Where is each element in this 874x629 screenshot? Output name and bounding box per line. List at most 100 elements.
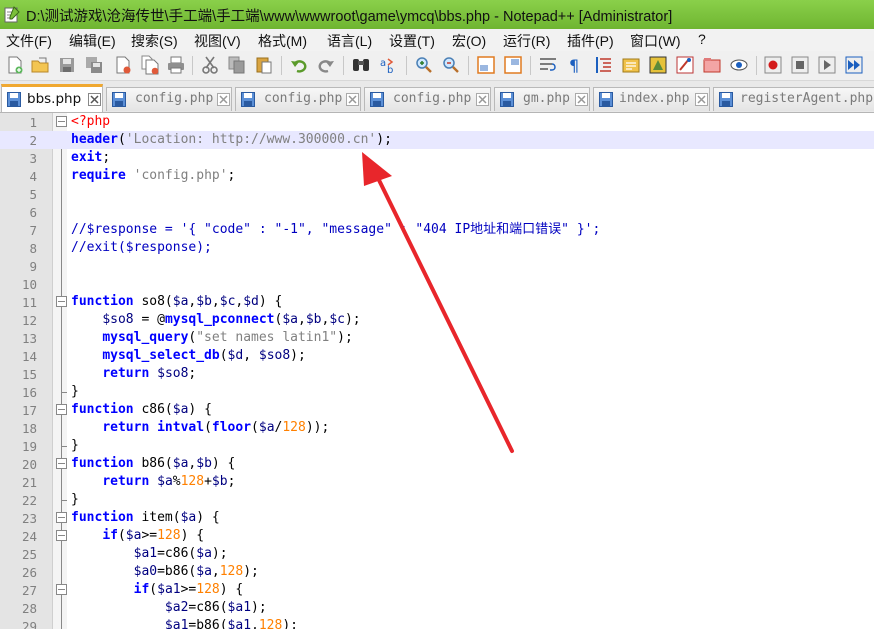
code-text: require 'config.php'; xyxy=(71,168,236,183)
code-line[interactable]: 2 header('Location: http://www.300000.cn'… xyxy=(0,131,874,149)
tab-config-php[interactable]: config.php xyxy=(364,87,491,111)
close-tab-icon[interactable] xyxy=(695,93,708,106)
sync-vertical-icon[interactable] xyxy=(476,55,496,75)
code-line[interactable]: 16} xyxy=(0,383,874,401)
code-line[interactable]: 22} xyxy=(0,491,874,509)
close-tab-icon[interactable] xyxy=(476,93,489,106)
code-line[interactable]: 21 return $a%128+$b; xyxy=(0,473,874,491)
code-line[interactable]: 18 return intval(floor($a/128)); xyxy=(0,419,874,437)
menu-window[interactable]: 窗口(W) xyxy=(630,31,681,51)
toolbar-separator xyxy=(281,56,282,75)
record-macro-icon[interactable] xyxy=(763,55,783,75)
tab-label: bbs.php xyxy=(27,91,82,107)
fold-toggle-icon[interactable] xyxy=(56,116,67,127)
code-line[interactable]: 14 mysql_select_db($d, $so8); xyxy=(0,347,874,365)
copy-icon[interactable] xyxy=(227,55,247,75)
code-line[interactable]: 13 mysql_query("set names latin1"); xyxy=(0,329,874,347)
code-text: $a1=b86($a1,128); xyxy=(164,618,298,629)
open-file-icon[interactable] xyxy=(30,55,50,75)
close-tab-icon[interactable] xyxy=(346,93,359,106)
close-tab-icon[interactable] xyxy=(88,93,101,106)
menu-settings[interactable]: 设置(T) xyxy=(389,31,435,51)
zoom-in-icon[interactable] xyxy=(414,55,434,75)
code-line[interactable]: 9 xyxy=(0,257,874,275)
tab-index-php[interactable]: index.php xyxy=(593,87,710,111)
code-line[interactable]: 10 xyxy=(0,275,874,293)
save-all-icon[interactable] xyxy=(84,55,104,75)
zoom-out-icon[interactable] xyxy=(441,55,461,75)
line-number: 13 xyxy=(21,331,37,346)
code-line[interactable]: 6 xyxy=(0,203,874,221)
tab-bbs-php[interactable]: bbs.php xyxy=(1,84,103,112)
code-line[interactable]: 24 if($a>=128) { xyxy=(0,527,874,545)
tab-gm-php[interactable]: gm.php xyxy=(494,87,590,111)
fold-toggle-icon[interactable] xyxy=(56,296,67,307)
sync-horizontal-icon[interactable] xyxy=(503,55,523,75)
document-map-icon[interactable] xyxy=(621,55,641,75)
code-line[interactable]: 11 function so8($a,$b,$c,$d) { xyxy=(0,293,874,311)
find-icon[interactable] xyxy=(351,55,371,75)
function-list-icon[interactable] xyxy=(648,55,668,75)
tab-registeragent-php[interactable]: registerAgent.php xyxy=(713,87,874,111)
play-macro-icon[interactable] xyxy=(817,55,837,75)
menu-view[interactable]: 视图(V) xyxy=(194,31,241,51)
notepad-plus-plus-icon xyxy=(4,6,20,23)
replace-icon[interactable]: ab xyxy=(378,55,398,75)
new-file-icon[interactable] xyxy=(5,55,25,75)
print-icon[interactable] xyxy=(166,55,186,75)
redo-icon[interactable] xyxy=(316,55,336,75)
menu-language[interactable]: 语言(L) xyxy=(327,31,372,51)
code-line[interactable]: 27 if($a1>=128) { xyxy=(0,581,874,599)
word-wrap-icon[interactable] xyxy=(538,55,558,75)
close-icon[interactable] xyxy=(113,55,133,75)
code-line[interactable]: 25 $a1=c86($a); xyxy=(0,545,874,563)
toolbar: ab ¶ xyxy=(0,51,874,81)
menu-search[interactable]: 搜索(S) xyxy=(131,31,178,51)
tab-config-php[interactable]: config.php xyxy=(106,87,232,111)
code-line[interactable]: 19} xyxy=(0,437,874,455)
fold-toggle-icon[interactable] xyxy=(56,404,67,415)
menu-edit[interactable]: 编辑(E) xyxy=(69,31,116,51)
code-line[interactable]: 8 //exit($response); xyxy=(0,239,874,257)
fold-toggle-icon[interactable] xyxy=(56,584,67,595)
menu-help[interactable]: ? xyxy=(698,31,706,47)
code-line[interactable]: 20 function b86($a,$b) { xyxy=(0,455,874,473)
code-line[interactable]: 4 require 'config.php'; xyxy=(0,167,874,185)
fold-toggle-icon[interactable] xyxy=(56,512,67,523)
close-tab-icon[interactable] xyxy=(575,93,588,106)
save-icon[interactable] xyxy=(57,55,77,75)
tab-config-php[interactable]: config.php xyxy=(235,87,361,111)
cut-icon[interactable] xyxy=(200,55,220,75)
close-tab-icon[interactable] xyxy=(217,93,230,106)
stop-macro-icon[interactable] xyxy=(790,55,810,75)
line-number: 5 xyxy=(29,187,37,202)
code-line[interactable]: 15 return $so8; xyxy=(0,365,874,383)
run-macro-multiple-icon[interactable] xyxy=(844,55,864,75)
doc-switcher-icon[interactable] xyxy=(675,55,695,75)
folder-workspace-icon[interactable] xyxy=(702,55,722,75)
code-line[interactable]: 3 exit; xyxy=(0,149,874,167)
code-line[interactable]: 17 function c86($a) { xyxy=(0,401,874,419)
code-line[interactable]: 1 <?php xyxy=(0,113,874,131)
menu-plugins[interactable]: 插件(P) xyxy=(567,31,614,51)
code-line[interactable]: 28 $a2=c86($a1); xyxy=(0,599,874,617)
code-editor[interactable]: 1 <?php 2 header('Location: http://www.3000… xyxy=(0,113,874,629)
close-all-icon[interactable] xyxy=(140,55,160,75)
code-line[interactable]: 5 xyxy=(0,185,874,203)
menu-file[interactable]: 文件(F) xyxy=(6,31,52,51)
undo-icon[interactable] xyxy=(289,55,309,75)
fold-toggle-icon[interactable] xyxy=(56,530,67,541)
menu-format[interactable]: 格式(M) xyxy=(258,31,307,51)
code-line[interactable]: 7 //$response = '{ "code" : "-1", "messag… xyxy=(0,221,874,239)
code-line[interactable]: 29 $a1=b86($a1,128); xyxy=(0,617,874,629)
indent-guide-icon[interactable] xyxy=(594,55,614,75)
show-all-chars-icon[interactable]: ¶ xyxy=(565,55,585,75)
menu-run[interactable]: 运行(R) xyxy=(503,31,550,51)
code-line[interactable]: 23 function item($a) { xyxy=(0,509,874,527)
code-line[interactable]: 12 $so8 = @mysql_pconnect($a,$b,$c); xyxy=(0,311,874,329)
code-line[interactable]: 26 $a0=b86($a,128); xyxy=(0,563,874,581)
monitoring-icon[interactable] xyxy=(729,55,749,75)
fold-toggle-icon[interactable] xyxy=(56,458,67,469)
menu-macro[interactable]: 宏(O) xyxy=(452,31,486,51)
paste-icon[interactable] xyxy=(254,55,274,75)
